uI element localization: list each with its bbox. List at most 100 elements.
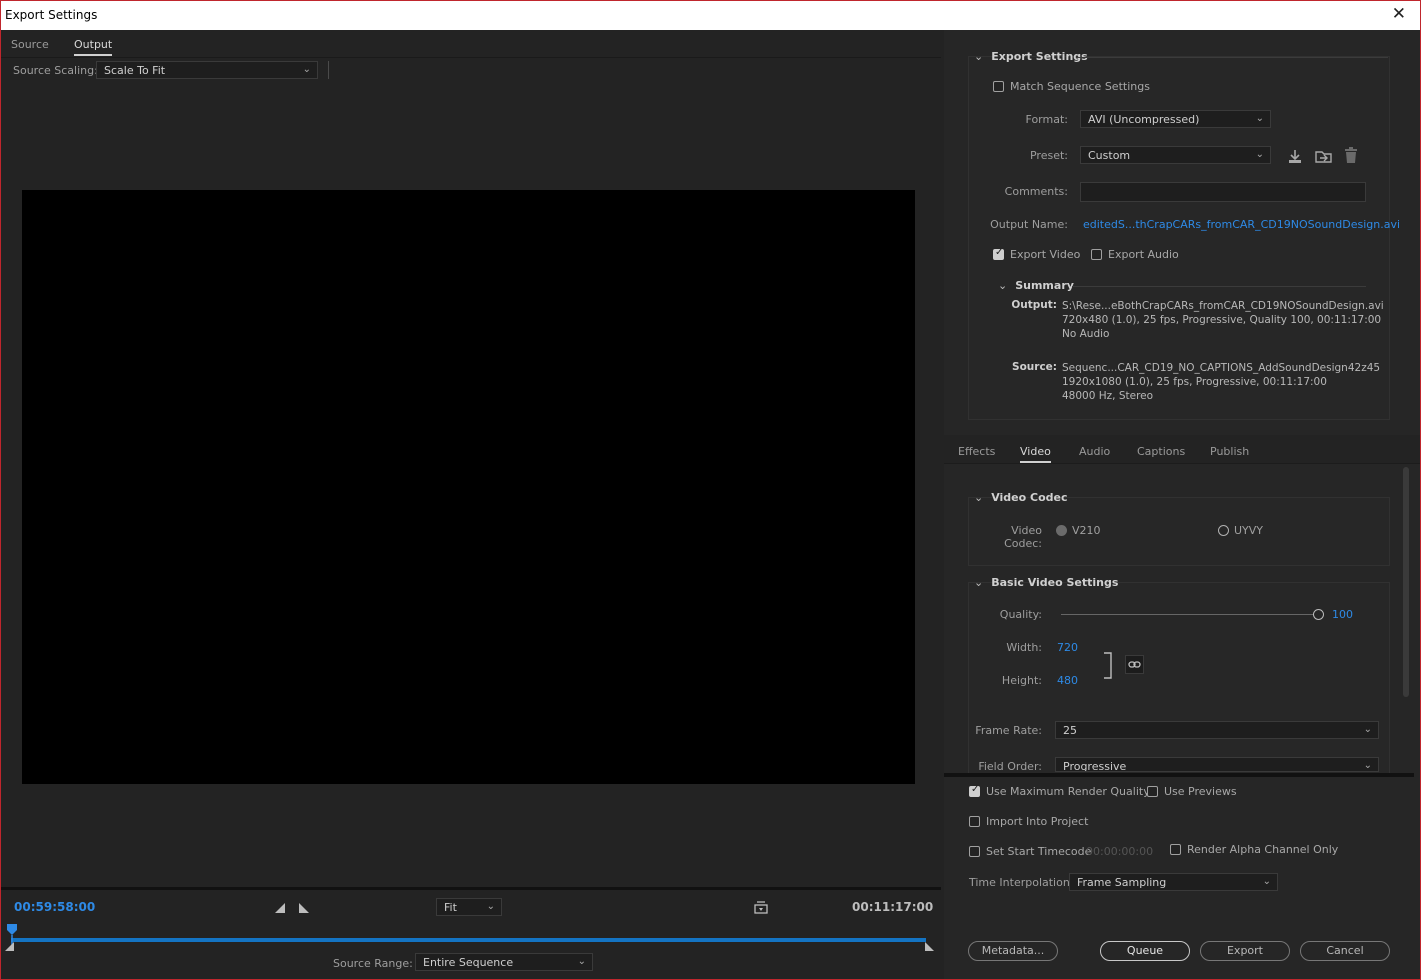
chevron-down-icon: ⌄ [1363, 724, 1372, 735]
video-preview [22, 190, 915, 784]
width-value[interactable]: 720 [1057, 641, 1078, 654]
frame-rate-label: Frame Rate: [975, 724, 1042, 737]
panel-splitter[interactable] [944, 773, 1414, 777]
trash-icon[interactable] [1344, 147, 1358, 164]
quality-label: Quality: [999, 608, 1042, 621]
import-into-project-checkbox[interactable] [969, 816, 980, 827]
set-start-timecode-label: Set Start Timecode [986, 845, 1092, 858]
source-range-dropdown[interactable]: Entire Sequence ⌄ [415, 953, 593, 971]
export-video-checkbox[interactable] [993, 247, 1004, 260]
height-value[interactable]: 480 [1057, 674, 1078, 687]
zoom-dropdown[interactable]: Fit ⌄ [436, 898, 502, 916]
preset-dropdown[interactable]: Custom ⌄ [1080, 146, 1271, 164]
preset-label: Preset: [1029, 149, 1068, 162]
basic-video-title: Basic Video Settings [991, 576, 1119, 589]
source-range-label: Source Range: [333, 957, 413, 970]
summary-source-line-2: 1920x1080 (1.0), 25 fps, Progressive, 00… [1062, 376, 1327, 388]
preset-value: Custom [1088, 149, 1131, 162]
video-codec-title: Video Codec [991, 491, 1068, 504]
quality-slider-track[interactable] [1061, 614, 1319, 615]
match-sequence-checkbox[interactable] [993, 81, 1004, 92]
height-label: Height: [1001, 674, 1042, 687]
set-start-timecode-checkbox[interactable] [969, 846, 980, 857]
close-icon[interactable]: ✕ [1392, 4, 1406, 24]
settings-tabbar: Effects Video Audio Captions Publish [944, 435, 1420, 464]
export-settings-title: Export Settings [991, 50, 1088, 63]
chevron-down-icon: ⌄ [974, 576, 984, 589]
export-audio-checkbox[interactable] [1091, 249, 1102, 260]
summary-output-line-3: No Audio [1062, 328, 1110, 340]
max-render-quality-checkbox[interactable] [969, 784, 980, 797]
chevron-down-icon: ⌄ [1363, 760, 1372, 771]
aspect-ratio-icon[interactable] [753, 901, 769, 915]
format-dropdown[interactable]: AVI (Uncompressed) ⌄ [1080, 110, 1271, 128]
source-range-value: Entire Sequence [423, 956, 514, 969]
preview-divider [1, 887, 941, 890]
render-alpha-checkbox[interactable] [1170, 844, 1181, 855]
time-interpolation-label: Time Interpolation: [969, 876, 1074, 889]
frame-rate-dropdown[interactable]: 25 ⌄ [1055, 721, 1379, 739]
zoom-value: Fit [444, 901, 457, 914]
radio-uyvy[interactable] [1218, 525, 1229, 536]
use-previews-checkbox[interactable] [1147, 786, 1158, 797]
window-title: Export Settings [5, 8, 98, 22]
import-preset-icon[interactable] [1315, 148, 1333, 164]
quality-slider-knob[interactable] [1313, 609, 1324, 620]
quality-value[interactable]: 100 [1332, 608, 1353, 621]
metadata-button[interactable]: Metadata... [968, 941, 1058, 961]
time-interpolation-value: Frame Sampling [1077, 876, 1167, 889]
field-order-label: Field Order: [978, 760, 1042, 773]
match-sequence-label: Match Sequence Settings [1010, 80, 1150, 93]
summary-source-line-1: Sequenc...CAR_CD19_NO_CAPTIONS_AddSoundD… [1062, 362, 1381, 374]
save-preset-icon[interactable] [1287, 148, 1303, 164]
basic-video-header[interactable]: ⌄ Basic Video Settings [974, 576, 1118, 589]
out-point-marker-icon[interactable] [925, 942, 935, 952]
source-scaling-label: Source Scaling: [13, 64, 98, 77]
export-audio-label: Export Audio [1108, 248, 1179, 261]
timeline-scrubber[interactable] [11, 938, 926, 942]
radio-v210[interactable] [1056, 525, 1067, 536]
summary-output-line-1: S:\Rese...eBothCrapCARs_fromCAR_CD19NOSo… [1062, 300, 1384, 312]
source-scaling-dropdown[interactable]: Scale To Fit ⌄ [96, 61, 318, 79]
radio-uyvy-label: UYVY [1234, 524, 1264, 537]
settings-scrollbar[interactable] [1403, 467, 1409, 697]
cancel-button[interactable]: Cancel [1300, 941, 1390, 961]
summary-output-label: Output: [1011, 299, 1057, 311]
link-icon[interactable] [1125, 655, 1144, 674]
queue-button[interactable]: Queue [1100, 941, 1190, 961]
export-settings-header[interactable]: ⌄ Export Settings [974, 50, 1088, 63]
field-order-dropdown[interactable]: Progressive ⌄ [1055, 757, 1379, 772]
chevron-down-icon: ⌄ [1255, 149, 1264, 160]
format-value: AVI (Uncompressed) [1088, 113, 1200, 126]
tab-captions[interactable]: Captions [1137, 445, 1185, 458]
tab-audio[interactable]: Audio [1079, 445, 1110, 458]
summary-source-line-3: 48000 Hz, Stereo [1062, 390, 1154, 402]
width-label: Width: [1006, 641, 1042, 654]
set-in-point-icon[interactable] [274, 902, 286, 914]
tab-output[interactable]: Output [74, 38, 113, 56]
frame-rate-value: 25 [1063, 724, 1077, 737]
summary-header[interactable]: ⌄ Summary [998, 279, 1074, 292]
tab-video[interactable]: Video [1020, 445, 1051, 463]
chevron-down-icon: ⌄ [1255, 113, 1264, 124]
start-timecode-value: 00:00:00:00 [1086, 845, 1154, 858]
tab-publish[interactable]: Publish [1210, 445, 1249, 458]
tab-effects[interactable]: Effects [958, 445, 995, 458]
tab-source[interactable]: Source [11, 38, 49, 51]
toolbar-divider [328, 61, 329, 79]
video-codec-header[interactable]: ⌄ Video Codec [974, 491, 1068, 504]
chevron-down-icon: ⌄ [998, 279, 1008, 292]
export-button[interactable]: Export [1200, 941, 1290, 961]
comments-input[interactable] [1080, 182, 1366, 202]
field-order-value: Progressive [1063, 760, 1127, 772]
output-name-link[interactable]: editedS...thCrapCARs_fromCAR_CD19NOSound… [1083, 218, 1400, 231]
divider-line [1076, 57, 1388, 58]
preview-tabbar: Source Output [1, 30, 941, 58]
duration-timecode: 00:11:17:00 [852, 900, 934, 914]
in-point-marker-icon[interactable] [5, 942, 15, 952]
render-alpha-label: Render Alpha Channel Only [1187, 843, 1339, 856]
time-interpolation-dropdown[interactable]: Frame Sampling ⌄ [1069, 873, 1278, 891]
current-timecode[interactable]: 00:59:58:00 [14, 900, 95, 914]
set-out-point-icon[interactable] [298, 902, 310, 914]
format-label: Format: [1025, 113, 1068, 126]
